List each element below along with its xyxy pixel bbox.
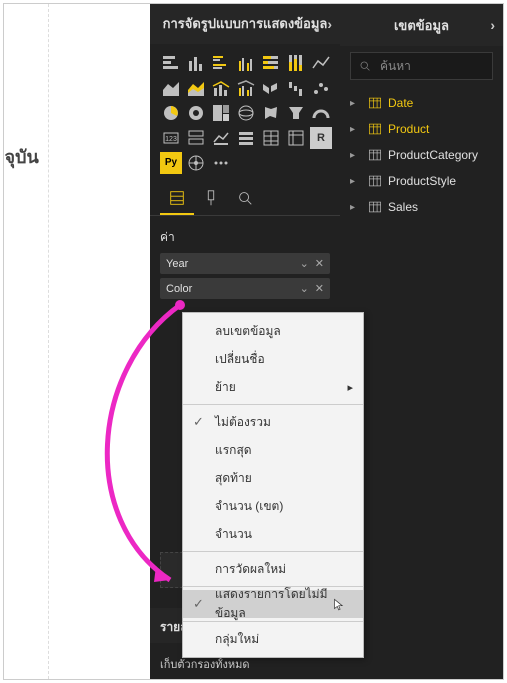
python-visual-icon[interactable]: Py [160, 152, 182, 174]
line-clustered-column-icon[interactable] [235, 77, 257, 99]
menu-dont-summarize[interactable]: ✓ไม่ต้องรวม [183, 408, 363, 436]
funnel-icon[interactable] [285, 102, 307, 124]
chevron-down-icon[interactable]: ⌄ [300, 282, 309, 295]
expand-icon: ▸ [350, 98, 360, 109]
ribbon-chart-icon[interactable] [260, 77, 282, 99]
expand-icon: ▸ [350, 202, 360, 213]
menu-last[interactable]: สุดท้าย [183, 464, 363, 492]
viz-panel-title: การจัดรูปแบบการแสดงข้อมูล [163, 13, 328, 34]
viz-panel-header[interactable]: การจัดรูปแบบการแสดงข้อมูล › [150, 4, 340, 44]
search-input[interactable]: ค้นหา [350, 52, 493, 80]
multi-row-card-icon[interactable] [185, 127, 207, 149]
field-name: Year [166, 258, 188, 270]
map-icon[interactable] [235, 102, 257, 124]
fields-panel-header[interactable]: เขตข้อมูล › [340, 4, 503, 46]
chevron-down-icon[interactable]: ⌄ [300, 257, 309, 270]
expand-icon: ▸ [350, 150, 360, 161]
stacked-bar-100-icon[interactable] [260, 52, 282, 74]
key-influencers-icon[interactable] [185, 152, 207, 174]
table-icon [368, 200, 382, 214]
table-item-productstyle[interactable]: ▸ProductStyle [346, 168, 497, 194]
kpi-icon[interactable] [210, 127, 232, 149]
analytics-tab[interactable] [228, 182, 262, 215]
field-well-year[interactable]: Year ⌄ ✕ [160, 253, 330, 274]
chevron-right-icon: › [490, 17, 495, 33]
menu-count-distinct[interactable]: จำนวน (เขต) [183, 492, 363, 520]
table-icon [368, 122, 382, 136]
donut-chart-icon[interactable] [185, 102, 207, 124]
line-chart-icon[interactable] [310, 52, 332, 74]
check-icon: ✓ [193, 596, 204, 612]
table-item-productcategory[interactable]: ▸ProductCategory [346, 142, 497, 168]
table-list: ▸Date ▸Product ▸ProductCategory ▸Product… [340, 86, 503, 224]
menu-separator [183, 404, 363, 405]
waterfall-icon[interactable] [285, 77, 307, 99]
clustered-bar-icon[interactable] [210, 52, 232, 74]
stacked-column-icon[interactable] [185, 52, 207, 74]
stacked-column-100-icon[interactable] [285, 52, 307, 74]
expand-icon: ▸ [350, 124, 360, 135]
card-icon[interactable]: 123 [160, 127, 182, 149]
visualization-gallery: 123 R Py [150, 44, 340, 182]
menu-move[interactable]: ย้าย▸ [183, 373, 363, 401]
fields-panel: เขตข้อมูล › ค้นหา ▸Date ▸Product ▸Produc… [340, 4, 503, 679]
cursor-icon [331, 598, 345, 612]
visual-rows-partial: lor e d e d d [4, 184, 14, 304]
table-icon [368, 96, 382, 110]
table-item-product[interactable]: ▸Product [346, 116, 497, 142]
menu-new-group[interactable]: กลุ่มใหม่ [183, 625, 363, 653]
field-context-menu: ลบเขตข้อมูล เปลี่ยนชื่อ ย้าย▸ ✓ไม่ต้องรว… [182, 312, 364, 658]
remove-field-icon[interactable]: ✕ [315, 257, 324, 270]
remove-field-icon[interactable]: ✕ [315, 282, 324, 295]
menu-rename[interactable]: เปลี่ยนชื่อ [183, 345, 363, 373]
chevron-right-icon: › [327, 16, 332, 32]
table-item-date[interactable]: ▸Date [346, 90, 497, 116]
canvas-area: จจุบัน lor e d e d d [4, 4, 150, 679]
stacked-bar-icon[interactable] [160, 52, 182, 74]
values-label: ค่า [150, 216, 340, 253]
visual-title-partial: จจุบัน [4, 142, 39, 171]
area-chart-icon[interactable] [160, 77, 182, 99]
table-icon[interactable] [260, 127, 282, 149]
treemap-icon[interactable] [210, 102, 232, 124]
fields-panel-title: เขตข้อมูล [394, 15, 449, 36]
table-item-sales[interactable]: ▸Sales [346, 194, 497, 220]
r-visual-icon[interactable]: R [310, 127, 332, 149]
submenu-arrow-icon: ▸ [347, 381, 353, 394]
fields-tab[interactable] [160, 182, 194, 215]
format-tab[interactable] [194, 182, 228, 215]
table-icon [368, 148, 382, 162]
menu-show-items-no-data[interactable]: ✓ แสดงรายการโดยไม่มีข้อมูล [183, 590, 363, 618]
field-name: Color [166, 283, 192, 295]
svg-text:123: 123 [165, 136, 177, 143]
more-visuals-icon[interactable] [210, 152, 232, 174]
search-placeholder: ค้นหา [380, 57, 411, 76]
slicer-icon[interactable] [235, 127, 257, 149]
scatter-icon[interactable] [310, 77, 332, 99]
stacked-area-icon[interactable] [185, 77, 207, 99]
pie-chart-icon[interactable] [160, 102, 182, 124]
field-well-color[interactable]: Color ⌄ ✕ [160, 278, 330, 299]
menu-remove-field[interactable]: ลบเขตข้อมูล [183, 317, 363, 345]
expand-icon: ▸ [350, 176, 360, 187]
gauge-icon[interactable] [310, 102, 332, 124]
line-stacked-column-icon[interactable] [210, 77, 232, 99]
filled-map-icon[interactable] [260, 102, 282, 124]
menu-new-measure[interactable]: การวัดผลใหม่ [183, 555, 363, 583]
table-icon [368, 174, 382, 188]
clustered-column-icon[interactable] [235, 52, 257, 74]
check-icon: ✓ [193, 414, 204, 430]
property-tabs [150, 182, 340, 216]
matrix-icon[interactable] [285, 127, 307, 149]
menu-count[interactable]: จำนวน [183, 520, 363, 548]
menu-separator [183, 551, 363, 552]
search-icon [359, 60, 372, 73]
menu-first[interactable]: แรกสุด [183, 436, 363, 464]
